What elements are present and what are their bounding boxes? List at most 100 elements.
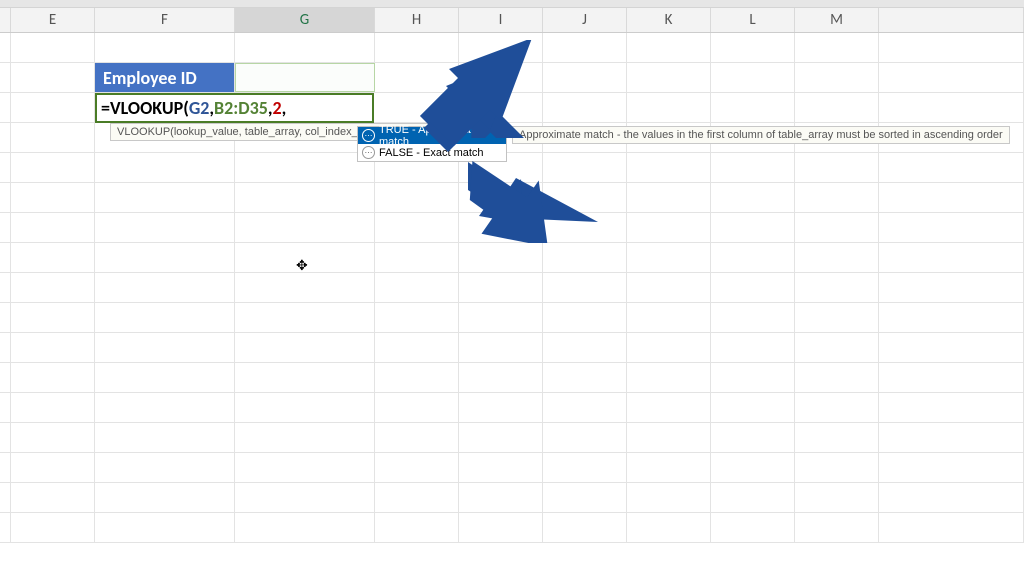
- cell[interactable]: [235, 513, 375, 542]
- cell[interactable]: [795, 303, 879, 332]
- cell[interactable]: [0, 93, 11, 122]
- cell[interactable]: [543, 393, 627, 422]
- cell[interactable]: [627, 423, 711, 452]
- cell[interactable]: [375, 363, 459, 392]
- col-header-F[interactable]: F: [95, 8, 235, 32]
- cell[interactable]: [95, 333, 235, 362]
- cell[interactable]: [795, 153, 879, 182]
- cell[interactable]: [11, 513, 95, 542]
- col-header-G[interactable]: G: [235, 8, 375, 32]
- cell[interactable]: [375, 513, 459, 542]
- cell[interactable]: [235, 393, 375, 422]
- cell[interactable]: [11, 453, 95, 482]
- cell[interactable]: [0, 333, 11, 362]
- cell[interactable]: [543, 243, 627, 272]
- cell-F1[interactable]: [95, 33, 235, 62]
- cell[interactable]: [0, 123, 11, 152]
- cell[interactable]: [459, 453, 543, 482]
- cell[interactable]: [627, 273, 711, 302]
- cell[interactable]: [879, 153, 1024, 182]
- cell[interactable]: [95, 213, 235, 242]
- cell[interactable]: [11, 333, 95, 362]
- col-header-M[interactable]: M: [795, 8, 879, 32]
- cell[interactable]: [795, 273, 879, 302]
- cell[interactable]: [0, 363, 11, 392]
- cell[interactable]: [711, 393, 795, 422]
- cell[interactable]: [459, 513, 543, 542]
- cell-L2[interactable]: [711, 63, 795, 92]
- cell[interactable]: [0, 273, 11, 302]
- cell[interactable]: [375, 423, 459, 452]
- cell[interactable]: [235, 183, 375, 212]
- cell-J2[interactable]: [543, 63, 627, 92]
- cell[interactable]: [235, 153, 375, 182]
- cell[interactable]: [711, 213, 795, 242]
- col-header-K[interactable]: K: [627, 8, 711, 32]
- cell[interactable]: [879, 33, 1024, 62]
- cell[interactable]: [95, 303, 235, 332]
- cell[interactable]: [543, 423, 627, 452]
- cell[interactable]: [95, 393, 235, 422]
- cell[interactable]: [235, 363, 375, 392]
- cell[interactable]: [795, 513, 879, 542]
- cell[interactable]: [459, 483, 543, 512]
- cell[interactable]: [795, 423, 879, 452]
- cell[interactable]: [711, 273, 795, 302]
- cell[interactable]: [235, 303, 375, 332]
- cell[interactable]: [627, 453, 711, 482]
- cell-M3[interactable]: [795, 93, 879, 122]
- cell[interactable]: [543, 453, 627, 482]
- cell[interactable]: [879, 393, 1024, 422]
- cell[interactable]: [11, 153, 95, 182]
- cell[interactable]: [543, 483, 627, 512]
- cell[interactable]: [0, 453, 11, 482]
- cell-M2[interactable]: [795, 63, 879, 92]
- cell[interactable]: [879, 213, 1024, 242]
- cell[interactable]: [0, 423, 11, 452]
- cell[interactable]: [11, 123, 95, 152]
- cell-J1[interactable]: [543, 33, 627, 62]
- cell[interactable]: [11, 483, 95, 512]
- cell[interactable]: [95, 363, 235, 392]
- cell[interactable]: [543, 333, 627, 362]
- cell[interactable]: [235, 333, 375, 362]
- cell[interactable]: [0, 393, 11, 422]
- cell[interactable]: [95, 483, 235, 512]
- cell-M1[interactable]: [795, 33, 879, 62]
- cell[interactable]: [0, 243, 11, 272]
- cell[interactable]: [795, 483, 879, 512]
- cell[interactable]: [375, 303, 459, 332]
- col-header-H[interactable]: H: [375, 8, 459, 32]
- col-header-I[interactable]: I: [459, 8, 543, 32]
- cell-L1[interactable]: [711, 33, 795, 62]
- cell[interactable]: [627, 513, 711, 542]
- cell[interactable]: [627, 393, 711, 422]
- cell-K2[interactable]: [627, 63, 711, 92]
- cell[interactable]: [879, 363, 1024, 392]
- cell[interactable]: [795, 213, 879, 242]
- cell[interactable]: [235, 243, 375, 272]
- cell[interactable]: [627, 303, 711, 332]
- cell[interactable]: [543, 513, 627, 542]
- worksheet[interactable]: E F G H I J K L M Employee ID: [0, 0, 1024, 576]
- cell[interactable]: [95, 153, 235, 182]
- cell[interactable]: [459, 303, 543, 332]
- cell[interactable]: [711, 453, 795, 482]
- cell[interactable]: [235, 213, 375, 242]
- cell-E1[interactable]: [11, 33, 95, 62]
- cell[interactable]: [879, 513, 1024, 542]
- cell[interactable]: [235, 483, 375, 512]
- cell[interactable]: [375, 453, 459, 482]
- cell[interactable]: [879, 303, 1024, 332]
- cell[interactable]: [627, 363, 711, 392]
- cell[interactable]: [11, 213, 95, 242]
- cell[interactable]: [543, 273, 627, 302]
- cell[interactable]: [95, 183, 235, 212]
- cell[interactable]: [0, 33, 11, 62]
- cell[interactable]: [459, 243, 543, 272]
- cell[interactable]: [711, 363, 795, 392]
- cell[interactable]: [879, 243, 1024, 272]
- cell-E3[interactable]: [11, 93, 95, 122]
- cell[interactable]: [711, 153, 795, 182]
- cell[interactable]: [543, 303, 627, 332]
